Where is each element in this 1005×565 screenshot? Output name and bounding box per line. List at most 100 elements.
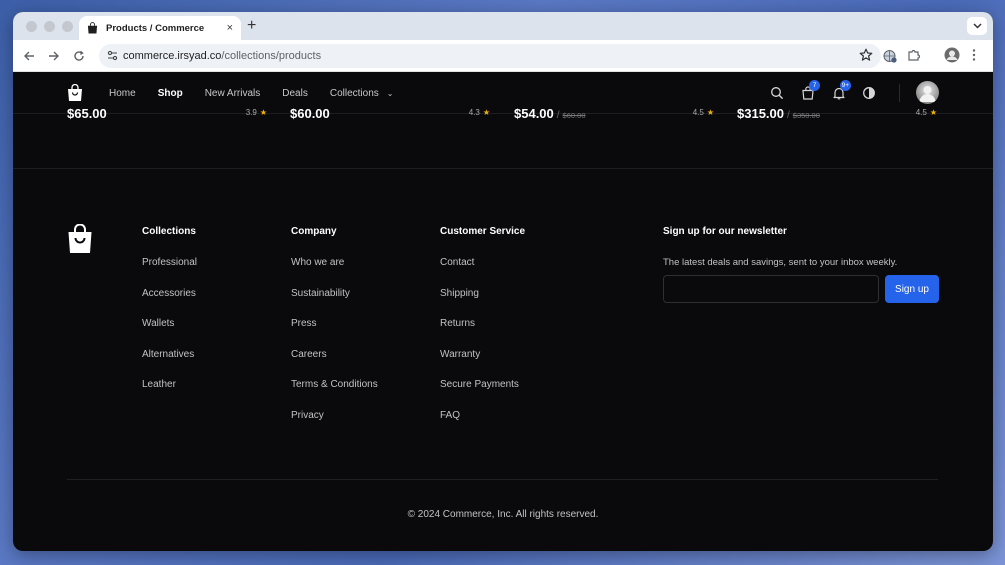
- product-card[interactable]: $60.00 4.3 ★: [290, 106, 490, 126]
- browser-window: Products / Commerce × + commerce.irsyad.…: [13, 12, 993, 551]
- back-button[interactable]: [21, 48, 37, 64]
- footer-link[interactable]: Accessories: [142, 288, 197, 319]
- extension-button[interactable]: [882, 48, 898, 64]
- tab-title: Products / Commerce: [106, 22, 205, 34]
- footer-link[interactable]: Alternatives: [142, 349, 197, 380]
- notifications-count-badge: 9+: [839, 80, 851, 91]
- product-rating: 3.9 ★: [246, 108, 267, 117]
- footer-customer-service: Customer Service Contact Shipping Return…: [440, 226, 525, 441]
- footer-link[interactable]: Professional: [142, 257, 197, 288]
- url-text: commerce.irsyad.co/collections/products: [123, 50, 321, 62]
- reload-icon: [74, 50, 84, 61]
- browser-tab-active[interactable]: Products / Commerce ×: [79, 16, 241, 40]
- footer-link[interactable]: Wallets: [142, 318, 197, 349]
- star-icon: ★: [482, 108, 490, 117]
- footer-link[interactable]: Secure Payments: [440, 379, 525, 410]
- nav-new-arrivals[interactable]: New Arrivals: [205, 88, 261, 99]
- shopping-bag-logo-icon[interactable]: [67, 84, 83, 102]
- product-card[interactable]: $54.00/$60.00 4.5 ★: [514, 106, 714, 126]
- footer-link[interactable]: Who we are: [291, 257, 378, 288]
- product-rating: 4.5 ★: [693, 108, 714, 117]
- site-info-button[interactable]: [107, 50, 118, 61]
- browser-menu-button[interactable]: [971, 48, 987, 64]
- chevron-down-icon: [972, 23, 982, 29]
- shopping-bag-logo-icon[interactable]: [67, 224, 93, 254]
- nav-collections-label: Collections: [329, 87, 379, 99]
- minimize-window-button[interactable]: [44, 21, 55, 32]
- footer-heading: Collections: [142, 226, 196, 237]
- product-rating-value: 4.5: [915, 108, 927, 117]
- search-icon: [771, 87, 784, 100]
- tune-icon: [107, 50, 118, 61]
- product-price: $60.00: [290, 106, 330, 121]
- tab-search-button[interactable]: [967, 17, 987, 35]
- profile-button[interactable]: [944, 47, 960, 63]
- maximize-window-button[interactable]: [62, 21, 73, 32]
- nav-collections[interactable]: Collections ⌄: [330, 88, 394, 99]
- close-window-button[interactable]: [26, 21, 37, 32]
- shopping-bag-icon: [87, 22, 98, 34]
- footer-link[interactable]: Terms & Conditions: [291, 379, 378, 410]
- bookmark-star-button[interactable]: [859, 48, 873, 62]
- extensions-menu-button[interactable]: [907, 48, 923, 64]
- footer-link[interactable]: Returns: [440, 318, 525, 349]
- newsletter-email-input[interactable]: [663, 275, 879, 303]
- url-path: /collections/products: [221, 50, 322, 62]
- product-card[interactable]: $65.00 3.9 ★: [67, 106, 267, 126]
- footer-heading: Customer Service: [440, 226, 526, 237]
- sign-up-button[interactable]: Sign up: [885, 275, 939, 303]
- nav-home[interactable]: Home: [109, 88, 136, 99]
- search-button[interactable]: [770, 86, 784, 100]
- new-tab-button[interactable]: +: [247, 16, 256, 36]
- site-footer: Collections Professional Accessories Wal…: [13, 169, 993, 550]
- tab-strip: Products / Commerce × +: [13, 12, 993, 40]
- cart-button[interactable]: 7: [801, 80, 820, 100]
- reload-button[interactable]: [71, 48, 87, 64]
- footer-link[interactable]: Press: [291, 318, 378, 349]
- star-icon: ★: [706, 108, 714, 117]
- footer-link[interactable]: Sustainability: [291, 288, 378, 319]
- browser-toolbar: commerce.irsyad.co/collections/products: [13, 40, 993, 72]
- copyright-text: © 2024 Commerce, Inc. All rights reserve…: [407, 509, 599, 520]
- product-price-value: $60.00: [290, 106, 330, 121]
- footer-collections: Collections Professional Accessories Wal…: [142, 226, 197, 410]
- theme-toggle-button[interactable]: [862, 86, 876, 100]
- product-grid: $65.00 3.9 ★ $60.00 4.3 ★ $54.00/$60.00 4.…: [13, 106, 993, 169]
- footer-link[interactable]: Warranty: [440, 349, 525, 380]
- footer-link[interactable]: FAQ: [440, 410, 525, 441]
- footer-link[interactable]: Careers: [291, 349, 378, 380]
- nav-shop[interactable]: Shop: [158, 88, 183, 99]
- product-rating-value: 4.3: [468, 108, 480, 117]
- url-host: commerce.irsyad.co: [123, 50, 222, 62]
- tab-close-icon[interactable]: ×: [227, 22, 233, 34]
- footer-link[interactable]: Shipping: [440, 288, 525, 319]
- window-controls: [26, 21, 73, 32]
- newsletter-form: Sign up: [663, 275, 939, 303]
- contrast-icon: [863, 87, 875, 99]
- product-card[interactable]: $315.00/$350.00 4.5 ★: [737, 106, 937, 126]
- footer-heading: Company: [291, 226, 337, 237]
- price-separator: /: [787, 110, 790, 121]
- footer-company: Company Who we are Sustainability Press …: [291, 226, 378, 441]
- newsletter-description: The latest deals and savings, sent to yo…: [663, 257, 898, 268]
- forward-button[interactable]: [46, 48, 62, 64]
- arrow-left-icon: [24, 51, 34, 61]
- newsletter-signup: Sign up for our newsletter The latest de…: [663, 226, 939, 303]
- product-rating: 4.5 ★: [916, 108, 937, 117]
- product-original-price: $350.00: [792, 111, 820, 120]
- address-bar[interactable]: commerce.irsyad.co/collections/products: [99, 44, 881, 68]
- footer-link[interactable]: Contact: [440, 257, 525, 288]
- footer-link[interactable]: Leather: [142, 379, 197, 410]
- header-divider: [899, 84, 900, 102]
- user-avatar-icon: [919, 86, 936, 102]
- user-avatar[interactable]: [916, 81, 939, 104]
- chevron-down-icon: ⌄: [386, 88, 394, 98]
- product-rating: 4.3 ★: [469, 108, 490, 117]
- product-price-value: $65.00: [67, 106, 107, 121]
- footer-link[interactable]: Privacy: [291, 410, 378, 441]
- notifications-button[interactable]: 9+: [832, 80, 851, 100]
- more-vertical-icon: [972, 49, 976, 61]
- cart-count-badge: 7: [809, 80, 820, 91]
- nav-deals[interactable]: Deals: [282, 88, 308, 99]
- product-price: $54.00/$60.00: [514, 106, 586, 121]
